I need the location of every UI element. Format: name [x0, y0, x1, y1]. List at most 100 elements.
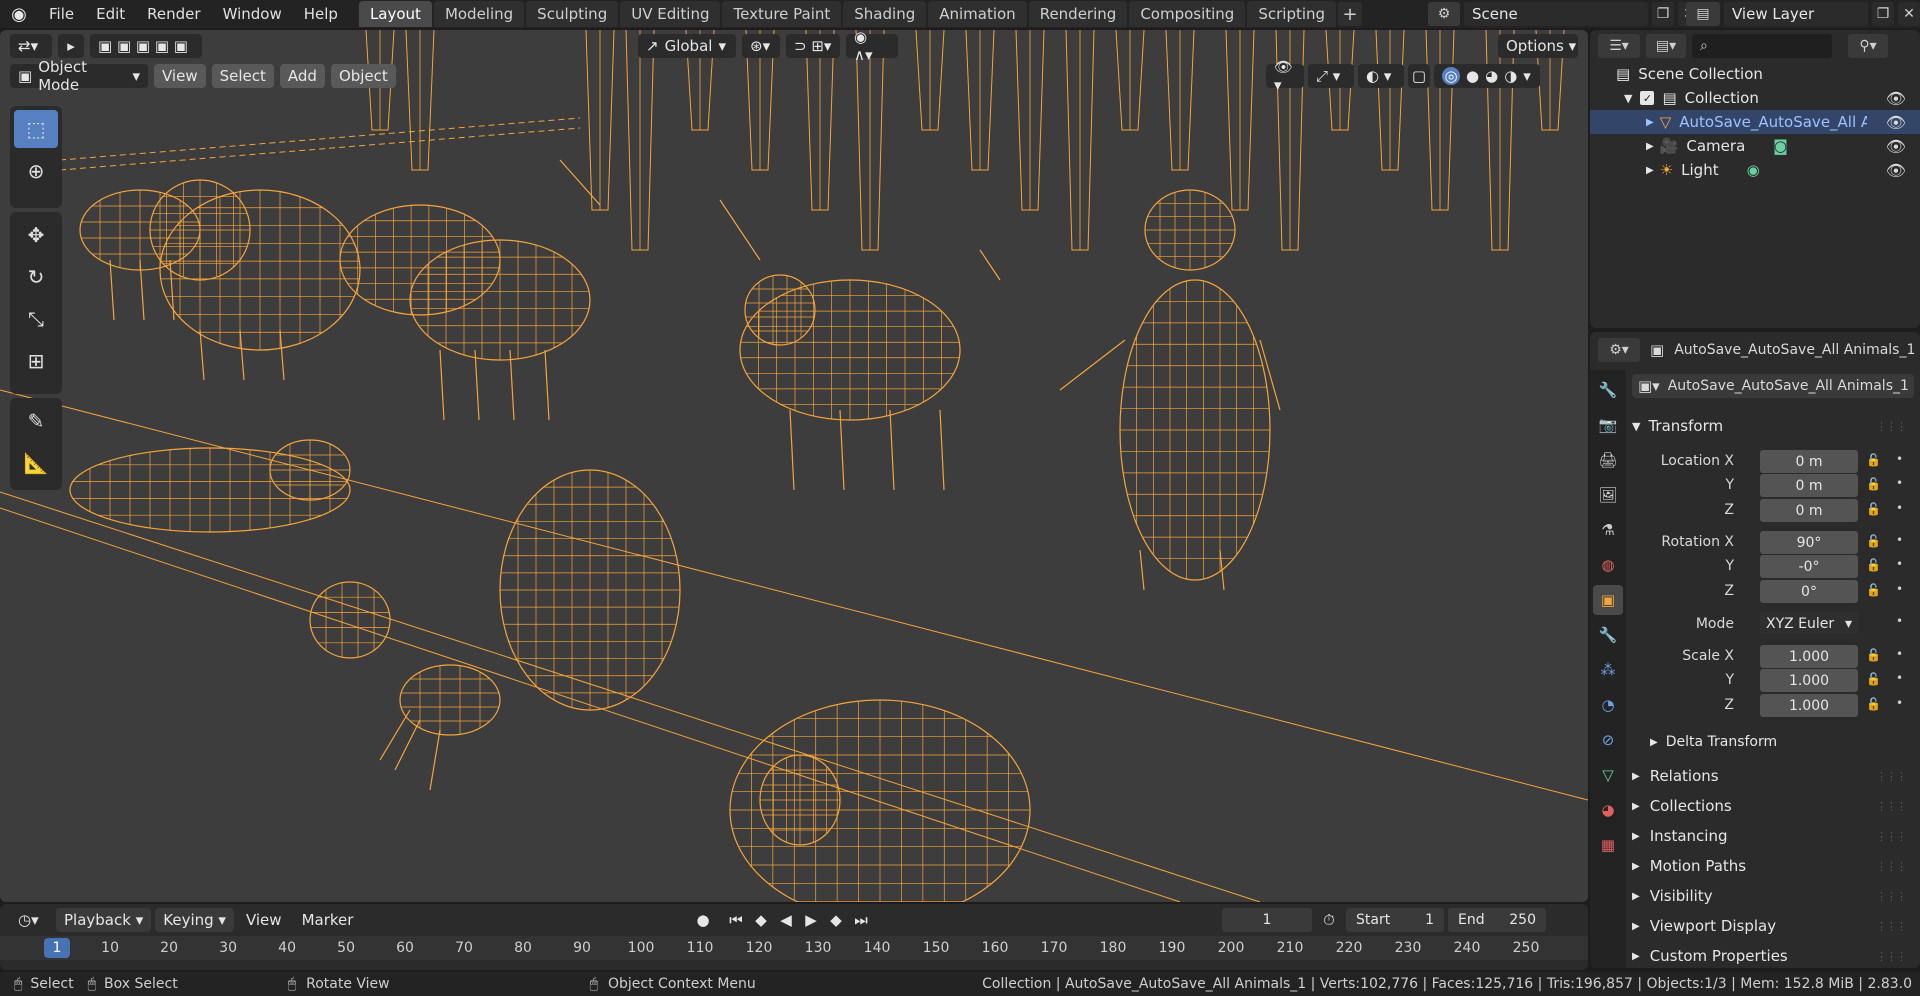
play-icon[interactable]: ▶ [800, 908, 822, 932]
scale-tool-icon[interactable]: ⤡ [14, 300, 58, 338]
scale-y-field[interactable]: 1.000 [1760, 669, 1858, 692]
view-layer-name-field[interactable]: View Layer [1724, 2, 1868, 26]
drag-grip-icon[interactable]: ⋮⋮⋮ [1876, 770, 1907, 783]
location-y-field[interactable]: 0 m [1760, 474, 1858, 497]
outliner-search-input[interactable]: ⌕ [1692, 34, 1832, 58]
lock-icon[interactable]: 🔓 [1866, 558, 1881, 572]
blender-logo-icon[interactable]: ◉ [0, 0, 38, 28]
select-mode-icon[interactable]: ▸ [58, 34, 84, 58]
scale-z-field[interactable]: 1.000 [1760, 694, 1858, 717]
prev-keyframe-icon[interactable]: ◆ [750, 908, 772, 932]
object-name-field[interactable]: ▣▾ AutoSave_AutoSave_All Animals_1 [1632, 374, 1914, 398]
tab-compositing[interactable]: Compositing [1129, 1, 1246, 27]
lock-icon[interactable]: 🔓 [1866, 648, 1881, 662]
wireframe-shading-icon[interactable]: ◎ [1442, 67, 1460, 85]
keying-menu[interactable]: Keying ▾ [155, 908, 234, 932]
menu-select[interactable]: Select [211, 64, 274, 88]
menu-window[interactable]: Window [212, 0, 293, 28]
editor-type-icon[interactable]: ⇄▾ [10, 34, 52, 58]
outliner-item-camera[interactable]: ▶ 🎥 Camera ◙ 👁 [1590, 134, 1920, 158]
lock-icon[interactable]: 🔓 [1866, 502, 1881, 516]
end-frame-field[interactable]: End 250 [1448, 908, 1546, 932]
panel-motion-paths[interactable]: ▶ Motion Paths ⋮⋮⋮ [1632, 852, 1914, 880]
tab-animation[interactable]: Animation [928, 1, 1027, 27]
tab-scripting[interactable]: Scripting [1247, 1, 1337, 27]
constraints-tab-icon[interactable]: ⊘ [1593, 725, 1623, 755]
shading-mode-icons[interactable]: ◎ ● ◕ ◑ ▾ [1434, 64, 1540, 88]
lock-icon[interactable]: 🔓 [1866, 583, 1881, 597]
lock-icon[interactable]: 🔓 [1866, 453, 1881, 467]
3d-viewport[interactable]: ⇄▾ ▸ ▣ ▣ ▣ ▣ ▣ ↗ Global ▾ ⊛▾ ⊃ ⊞▾ ◉ ∧▾ O… [0, 30, 1588, 902]
timeline-editor-type-icon[interactable]: ◷▾ [10, 908, 52, 932]
solid-shading-icon[interactable]: ● [1466, 67, 1479, 85]
rotation-mode-dropdown[interactable]: XYZ Euler ▾ [1760, 612, 1858, 635]
panel-custom-properties[interactable]: ▶ Custom Properties ⋮⋮⋮ [1632, 942, 1914, 968]
outliner-item-light[interactable]: ▶ ☀ Light ◉ 👁 [1590, 158, 1920, 182]
keyframe-dot-icon[interactable]: • [1896, 557, 1903, 571]
mode-dropdown[interactable]: ▣ Object Mode ▾ [10, 58, 148, 94]
tab-modeling[interactable]: Modeling [433, 1, 525, 27]
drag-grip-icon[interactable]: ⋮⋮⋮ [1876, 800, 1907, 813]
keyframe-dot-icon[interactable]: • [1896, 533, 1903, 547]
start-frame-field[interactable]: Start 1 [1346, 908, 1444, 932]
snapping-icon[interactable]: ⊃ ⊞▾ [786, 34, 840, 58]
marker-menu[interactable]: Marker [294, 908, 362, 932]
rotate-tool-icon[interactable]: ↻ [14, 258, 58, 296]
select-tool-icon[interactable]: ⬚ [14, 110, 58, 148]
xray-icon[interactable]: ▢ [1408, 64, 1430, 88]
location-x-field[interactable]: 0 m [1760, 450, 1858, 473]
view-layer-tab-icon[interactable]: 🖼 [1593, 480, 1623, 510]
scene-collection-row[interactable]: ▤ Scene Collection [1590, 62, 1920, 86]
keyframe-dot-icon[interactable]: • [1896, 696, 1903, 710]
modifier-tab-icon[interactable]: 🔧 [1593, 620, 1623, 650]
move-tool-icon[interactable]: ✥ [14, 216, 58, 254]
lock-icon[interactable]: 🔓 [1866, 697, 1881, 711]
eye-icon[interactable]: 👁 [1886, 161, 1906, 180]
lock-icon[interactable]: 🔓 [1866, 534, 1881, 548]
menu-view[interactable]: View [154, 64, 206, 88]
collection-row[interactable]: ▼ ✓ ▤ Collection 👁 [1590, 86, 1920, 110]
expand-arrow-icon[interactable]: ▶ [1646, 117, 1654, 128]
drag-grip-icon[interactable]: ⋮⋮⋮ [1876, 920, 1907, 933]
orientation-dropdown[interactable]: ↗ Global ▾ [638, 34, 736, 58]
transform-panel-header[interactable]: ▼ Transform ⋮⋮⋮ [1632, 412, 1914, 440]
wireframe-scene[interactable] [0, 30, 1588, 902]
filter-icon[interactable]: ⚲▾ [1848, 34, 1888, 58]
keyframe-dot-icon[interactable]: • [1896, 671, 1903, 685]
panel-collections[interactable]: ▶ Collections ⋮⋮⋮ [1632, 792, 1914, 820]
checkbox-icon[interactable]: ✓ [1640, 91, 1655, 105]
location-z-field[interactable]: 0 m [1760, 499, 1858, 522]
render-tab-icon[interactable]: 📷 [1593, 410, 1623, 440]
timeline-view-menu[interactable]: View [238, 908, 290, 932]
menu-file[interactable]: File [38, 0, 85, 28]
tab-uv-editing[interactable]: UV Editing [620, 1, 721, 27]
texture-tab-icon[interactable]: ▦ [1593, 830, 1623, 860]
transform-tool-icon[interactable]: ⊞ [14, 342, 58, 380]
panel-instancing[interactable]: ▶ Instancing ⋮⋮⋮ [1632, 822, 1914, 850]
stopwatch-icon[interactable]: ⏱ [1316, 908, 1342, 932]
rendered-shading-icon[interactable]: ◑ [1504, 67, 1517, 85]
lock-icon[interactable]: 🔓 [1866, 672, 1881, 686]
properties-editor-type-icon[interactable]: ⚙▾ [1598, 338, 1640, 362]
jump-start-icon[interactable]: ⏮ [725, 908, 747, 932]
material-shading-icon[interactable]: ◕ [1485, 67, 1498, 85]
drag-grip-icon[interactable]: ⋮⋮⋮ [1876, 860, 1907, 873]
drag-grip-icon[interactable]: ⋮⋮⋮ [1876, 890, 1907, 903]
overlays-icon[interactable]: ◐ ▾ [1358, 64, 1404, 88]
add-workspace-button[interactable]: + [1338, 2, 1363, 26]
view-layer-copy-icon[interactable]: ❐ [1872, 2, 1894, 26]
jump-end-icon[interactable]: ⏭ [850, 908, 872, 932]
options-button[interactable]: Options ▾ [1498, 34, 1578, 58]
keyframe-dot-icon[interactable]: • [1896, 614, 1903, 628]
scene-browse-icon[interactable]: ⚙ [1428, 2, 1460, 26]
scene-name-field[interactable]: Scene [1464, 2, 1648, 26]
tab-layout[interactable]: Layout [358, 1, 432, 27]
annotate-tool-icon[interactable]: ✎ [14, 402, 58, 440]
view-layer-close-icon[interactable]: ✕ [1898, 2, 1920, 26]
keyframe-dot-icon[interactable]: • [1896, 647, 1903, 661]
menu-render[interactable]: Render [136, 0, 211, 28]
object-tab-icon[interactable]: ▣ [1593, 585, 1623, 615]
outliner-item-autosave[interactable]: ▶ ▽ AutoSave_AutoSave_All Anima 👁 [1590, 110, 1920, 134]
data-tab-icon[interactable]: ▽ [1593, 760, 1623, 790]
output-tab-icon[interactable]: 🖨 [1593, 445, 1623, 475]
